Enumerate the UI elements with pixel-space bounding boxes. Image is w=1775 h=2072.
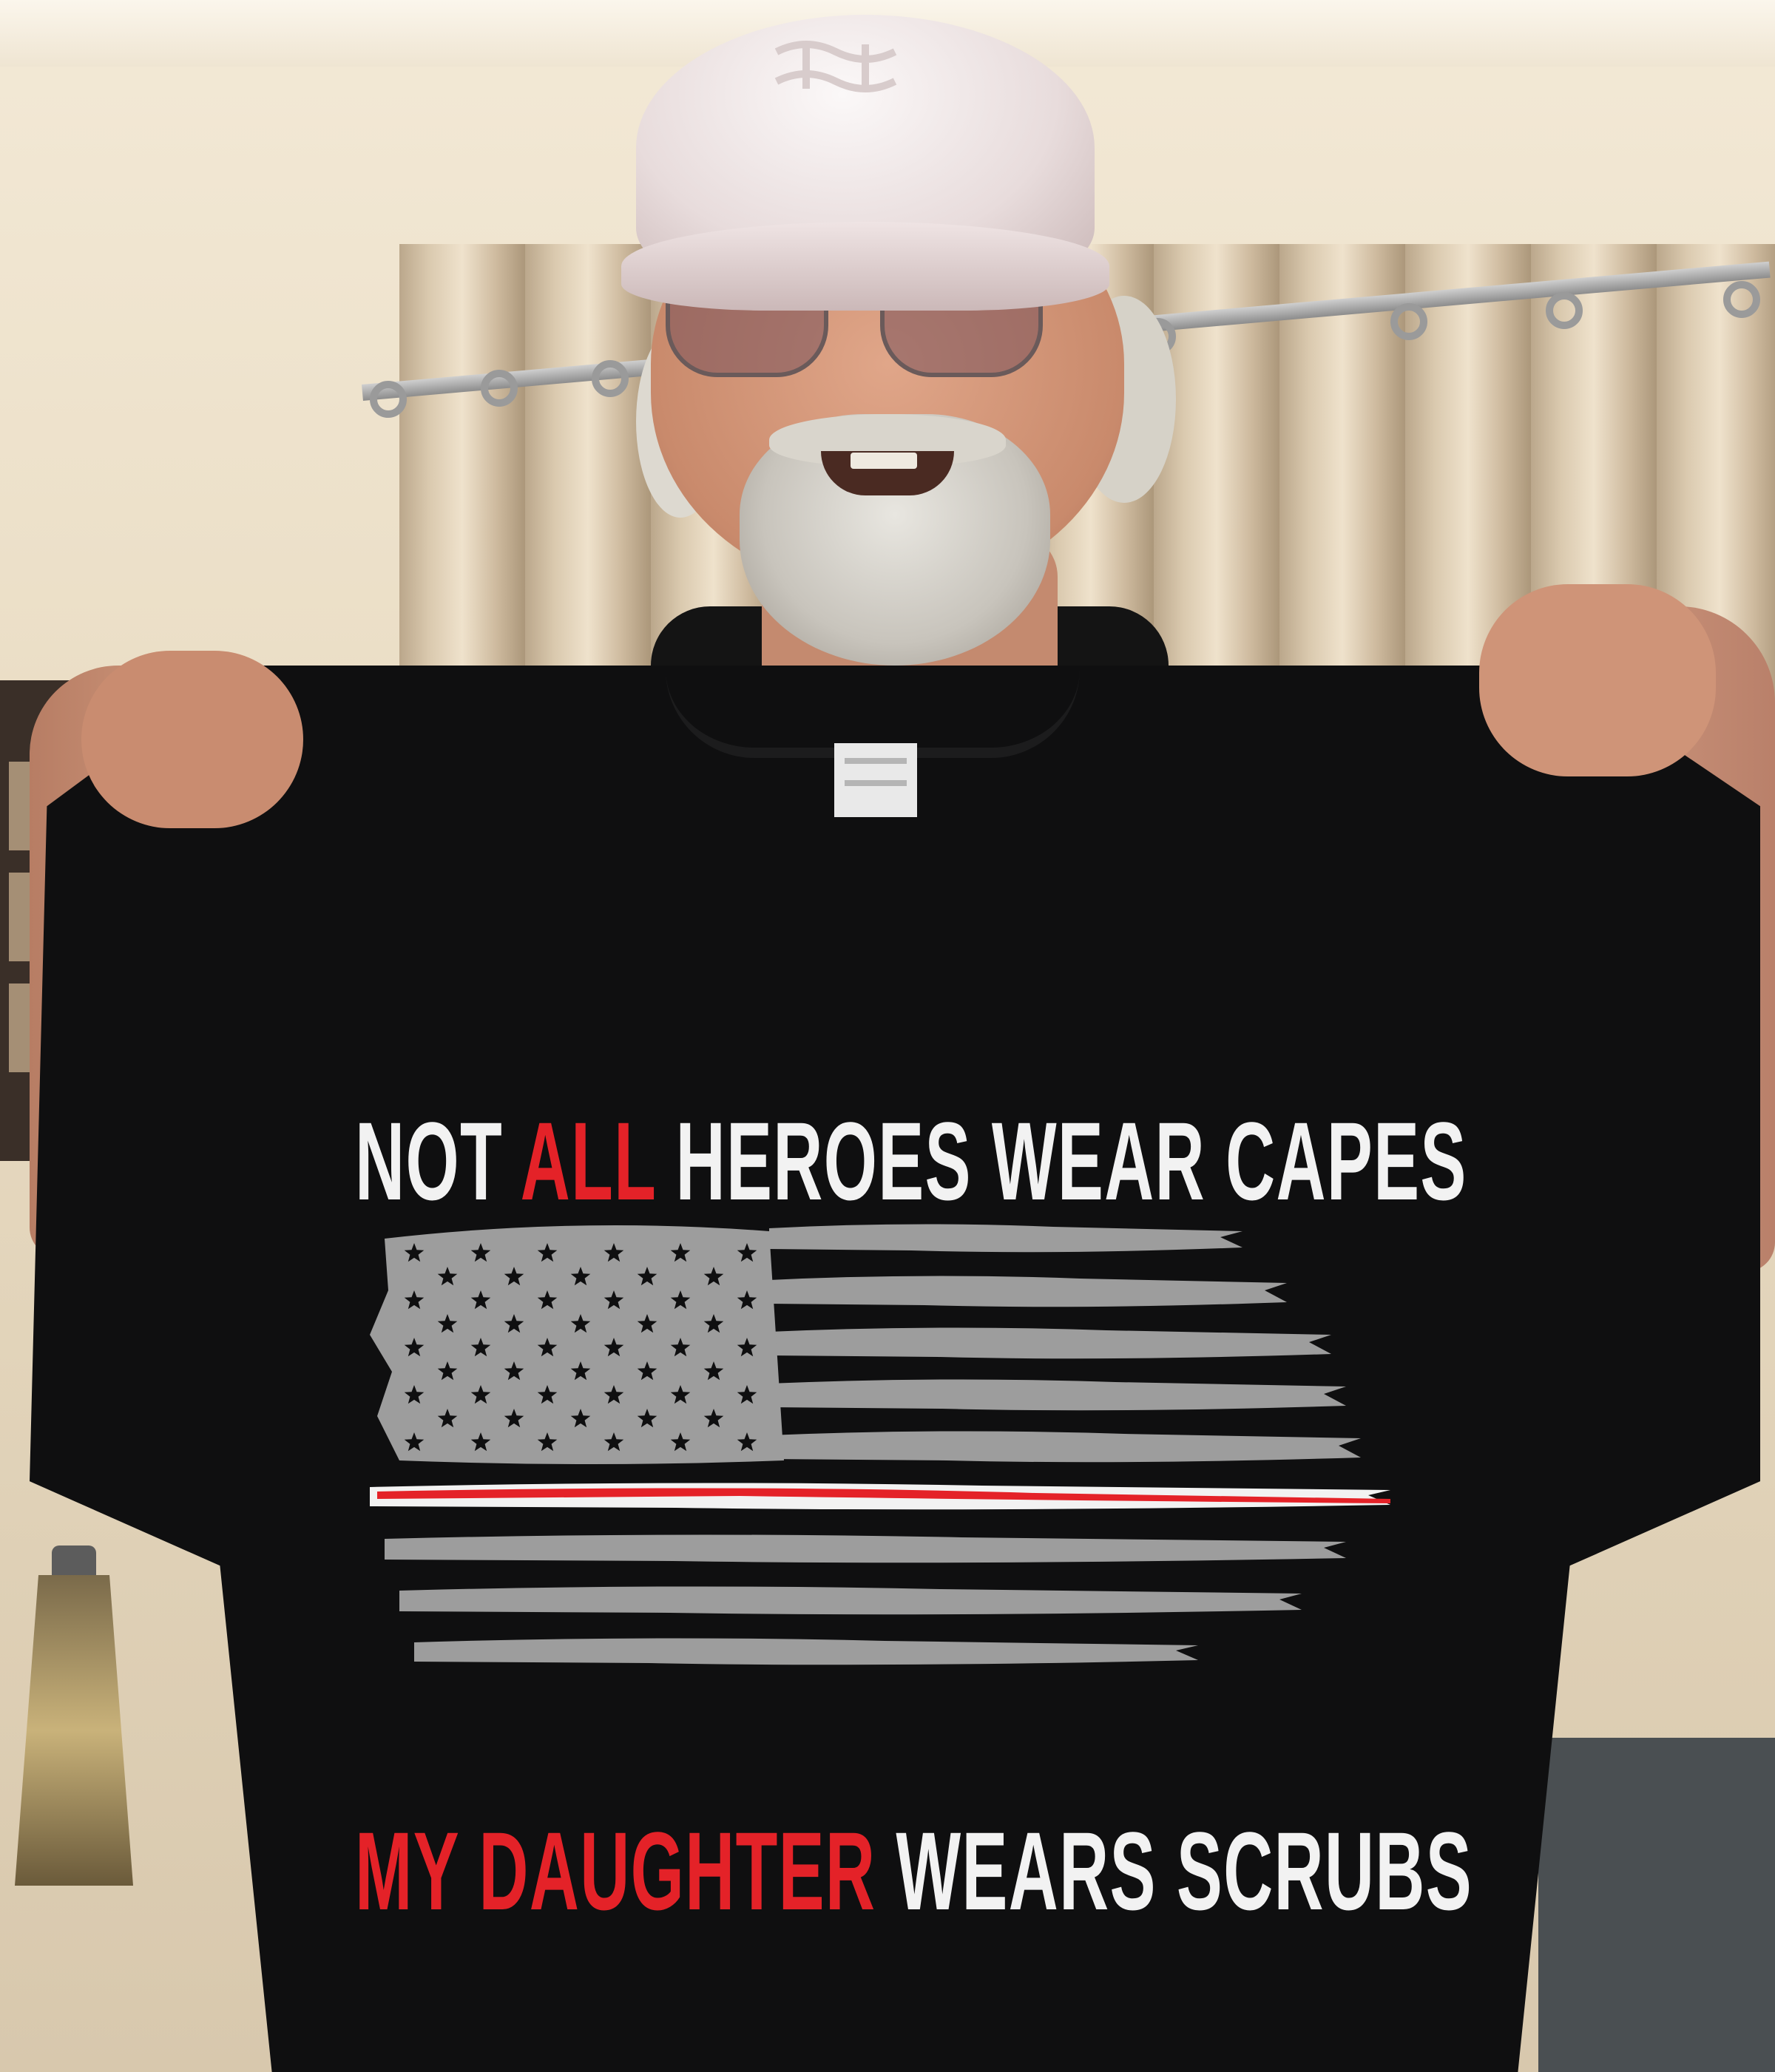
- flag-canton: [370, 1225, 784, 1464]
- flag-stripe: [769, 1431, 1361, 1463]
- right-hand: [1479, 584, 1716, 776]
- distressed-american-flag-icon: [370, 1224, 1390, 1665]
- print-word: WEARS SCRUBS: [896, 1809, 1473, 1933]
- print-word-highlight: MY DAUGHTER: [355, 1809, 876, 1933]
- flag-stripe: [399, 1586, 1302, 1615]
- print-word-highlight: ALL: [520, 1099, 656, 1223]
- left-hand: [81, 651, 303, 828]
- print-subline: MY DAUGHTER WEARS SCRUBS: [355, 1815, 1472, 1926]
- flag-stripe: [769, 1224, 1242, 1253]
- curtain-ring: [481, 370, 518, 407]
- flag-stripe: [769, 1379, 1346, 1411]
- flag-stripe: [769, 1276, 1287, 1307]
- couch: [1538, 1738, 1775, 2072]
- t-shirt-tag: [834, 743, 917, 817]
- flag-stripe: [769, 1327, 1331, 1359]
- curtain-ring: [370, 381, 407, 418]
- flag-stripe: [414, 1638, 1198, 1665]
- teeth: [851, 453, 917, 469]
- cap-bill: [621, 222, 1109, 311]
- curtain-ring: [1390, 303, 1427, 340]
- cap-logo-icon: [762, 37, 910, 96]
- curtain-ring: [592, 360, 629, 397]
- flag-stripes: [370, 1224, 1390, 1665]
- print-headline: NOT ALL HEROES WEAR CAPES: [355, 1106, 1466, 1216]
- print-word: HEROES WEAR CAPES: [675, 1099, 1467, 1223]
- print-word: NOT: [355, 1099, 504, 1223]
- curtain-ring: [1546, 292, 1583, 329]
- photo-scene: NOT ALL HEROES WEAR CAPES MY DAUGHTER WE…: [0, 0, 1775, 2072]
- curtain-ring: [1723, 281, 1760, 318]
- flag-stripe: [385, 1534, 1346, 1563]
